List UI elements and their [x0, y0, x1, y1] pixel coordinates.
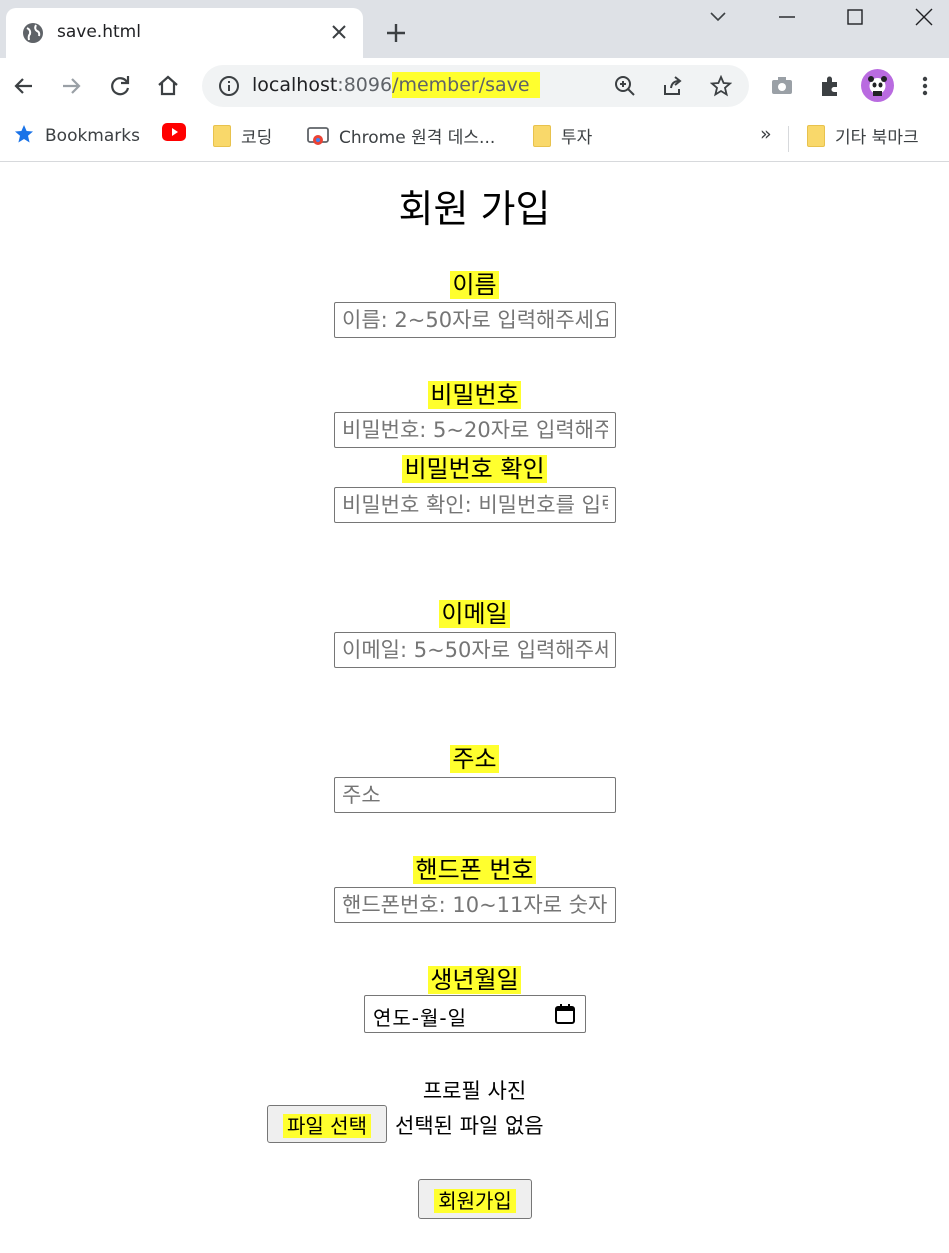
folder-icon	[533, 125, 551, 147]
maximize-icon[interactable]	[843, 5, 867, 29]
zoom-icon[interactable]	[614, 75, 636, 97]
window-close-icon[interactable]	[912, 5, 936, 29]
profile-avatar[interactable]	[861, 69, 894, 102]
password-label: 비밀번호	[428, 381, 521, 409]
password-confirm-label: 비밀번호 확인	[402, 455, 547, 483]
birthdate-label: 생년월일	[428, 966, 521, 994]
camera-icon[interactable]	[768, 72, 796, 100]
password-confirm-input[interactable]	[334, 487, 616, 523]
other-bookmarks[interactable]: 기타 북마크	[807, 123, 919, 148]
new-tab-icon[interactable]	[384, 21, 408, 45]
url-path: /member/save	[392, 72, 540, 98]
reload-icon[interactable]	[106, 72, 134, 100]
name-input[interactable]	[334, 302, 616, 338]
tab-strip: save.html	[0, 0, 949, 58]
birthdate-value: 연도-월-일	[373, 1006, 468, 1030]
chrome-remote-icon	[307, 127, 329, 145]
bookmark-chrome-remote[interactable]: Chrome 원격 데스...	[307, 123, 495, 148]
signup-submit-button[interactable]: 회원가입	[418, 1179, 532, 1219]
globe-icon	[23, 23, 43, 43]
bookmark-label: 코딩	[241, 128, 273, 148]
phone-label: 핸드폰 번호	[413, 856, 536, 884]
file-choose-button[interactable]: 파일 선택	[267, 1105, 387, 1143]
address-bar[interactable]: localhost:8096/member/save	[202, 65, 749, 107]
tab-title: save.html	[57, 22, 141, 42]
folder-icon	[807, 125, 825, 147]
more-bookmarks-button[interactable]: »	[760, 123, 772, 145]
forward-arrow-icon[interactable]	[57, 72, 85, 100]
toolbar: localhost:8096/member/save	[0, 58, 949, 116]
bookmark-coding[interactable]: 코딩	[213, 123, 272, 148]
bookmark-label: 투자	[561, 128, 593, 148]
email-label: 이메일	[439, 600, 510, 628]
folder-icon	[213, 125, 231, 147]
tab-search-chevron-icon[interactable]	[706, 5, 730, 29]
url-text[interactable]: localhost:8096/member/save	[252, 72, 540, 98]
address-label: 주소	[450, 745, 499, 773]
kebab-menu-icon[interactable]	[911, 72, 939, 100]
active-tab[interactable]: save.html	[6, 8, 363, 58]
bookmarks-bar: Bookmarks 코딩 Chrome 원격 데스... 투자 » 기타 북마크	[0, 116, 949, 162]
panda-icon	[868, 76, 887, 96]
bookmark-bookmarks[interactable]: Bookmarks	[13, 123, 140, 146]
close-icon[interactable]	[329, 22, 349, 42]
browser-chrome: save.html localhost:8096/member/save Boo…	[0, 0, 949, 162]
calendar-icon[interactable]	[553, 1002, 577, 1026]
birthdate-input[interactable]: 연도-월-일	[364, 995, 586, 1033]
share-icon[interactable]	[662, 75, 684, 97]
email-input[interactable]	[334, 632, 616, 668]
address-input[interactable]	[334, 777, 616, 813]
profile-photo-label: 프로필 사진	[422, 1079, 527, 1103]
bookmark-invest[interactable]: 투자	[533, 123, 592, 148]
url-host: localhost	[252, 74, 338, 96]
bookmark-label: Chrome 원격 데스...	[339, 128, 496, 148]
bookmark-label: Bookmarks	[45, 126, 140, 146]
bookmark-label: 기타 북마크	[835, 128, 919, 148]
star-icon	[15, 125, 33, 143]
bookmark-youtube[interactable]	[162, 123, 186, 144]
home-icon[interactable]	[154, 72, 182, 100]
page-content: 회원 가입 이름 비밀번호 비밀번호 확인 이메일 주소 핸드폰 번호 생년월일…	[0, 162, 949, 1253]
bookmark-star-icon[interactable]	[710, 75, 732, 97]
info-icon[interactable]	[218, 75, 240, 97]
page-title: 회원 가입	[398, 187, 551, 231]
minimize-icon[interactable]	[775, 5, 799, 29]
youtube-icon	[162, 123, 186, 141]
back-arrow-icon[interactable]	[10, 72, 38, 100]
password-input[interactable]	[334, 412, 616, 448]
bookmarks-divider	[788, 126, 789, 152]
url-port: :8096	[337, 74, 393, 96]
extensions-puzzle-icon[interactable]	[816, 72, 844, 100]
file-status: 선택된 파일 없음	[395, 1114, 544, 1138]
name-label: 이름	[450, 271, 499, 299]
phone-input[interactable]	[334, 887, 616, 923]
